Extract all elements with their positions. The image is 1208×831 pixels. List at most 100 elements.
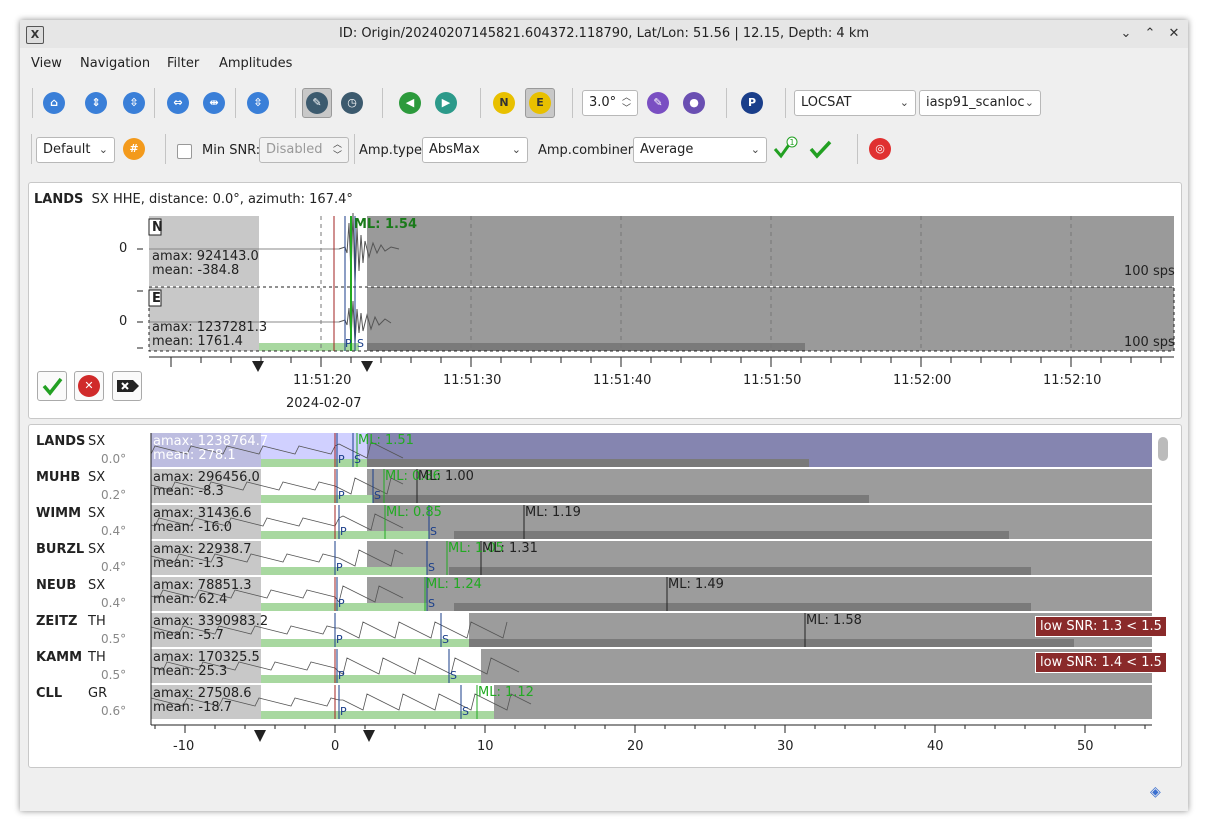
close-icon[interactable]: ✕	[1164, 24, 1184, 44]
reject-button[interactable]: ✕	[74, 371, 104, 401]
arrow-left-icon: ◀	[399, 92, 421, 114]
east-component-button[interactable]: E	[525, 88, 555, 118]
vertical-scrollbar[interactable]	[1158, 437, 1168, 461]
amplitude-window-bar	[261, 459, 367, 467]
n-amplitude-info: amax: 924143.0 mean: -384.8	[152, 249, 259, 278]
mean-label: mean: -18.7	[153, 700, 233, 715]
amp-type-label: Amp.type:	[359, 143, 427, 158]
amplitude-window-bar	[261, 495, 373, 503]
amplitude-window-bar	[261, 675, 481, 683]
s-phase-label: S	[450, 669, 457, 682]
distance-spinbox[interactable]: 3.0° ︿ ﹀	[582, 90, 638, 116]
ml-label: ML: 1.24	[426, 577, 482, 592]
network-code: SX	[88, 542, 106, 557]
time-tick-label: 11:51:20	[293, 373, 352, 388]
network-code: SX	[88, 578, 106, 593]
compress-vertical-button[interactable]: ⇳	[120, 89, 148, 117]
time-tick-label: 11:52:10	[1043, 373, 1102, 388]
min-snr-checkbox[interactable]	[177, 144, 192, 159]
amp-type-select[interactable]: AbsMax ⌄	[422, 137, 528, 163]
station-trace-panel: LANDS SX 0.0° amax: 1238764.7 mean: 278.1 ML:…	[28, 424, 1182, 768]
zoom-date-label: 2024-02-07	[286, 396, 362, 411]
minimize-icon[interactable]: ⌄	[1116, 24, 1136, 44]
menu-filter[interactable]: Filter	[167, 56, 199, 71]
min-snr-value: Disabled	[266, 142, 323, 157]
noise-window-bar	[449, 567, 1031, 575]
ml-label: ML: 1.12	[478, 685, 534, 700]
filter-button[interactable]: ✎	[644, 89, 672, 117]
accept-button[interactable]	[37, 371, 67, 401]
locate-button[interactable]: ◎	[866, 135, 894, 163]
network-code: SX	[88, 506, 106, 521]
station-code: LANDS	[36, 434, 86, 449]
ml-secondary-label: ML: 1.19	[525, 505, 581, 520]
mean-label: mean: 25.3	[153, 664, 228, 679]
station-code: BURZL	[36, 542, 85, 557]
previous-station-button[interactable]: ◀	[396, 89, 424, 117]
grid-button[interactable]: #	[120, 135, 148, 163]
time-axis-label: 0	[331, 739, 340, 754]
amp-combiner-select[interactable]: Average ⌄	[633, 137, 767, 163]
clock-icon: ◷	[341, 92, 363, 114]
p-phase-label: P	[336, 561, 343, 574]
network-code: SX	[88, 470, 106, 485]
e-component-icon: E	[529, 92, 551, 114]
n-component-icon: N	[493, 92, 515, 114]
status-indicator-icon: ◈	[1150, 784, 1161, 800]
delete-button[interactable]	[112, 371, 142, 401]
confirm-one-button[interactable]: 1	[771, 135, 799, 163]
amp-type-value: AbsMax	[429, 142, 480, 157]
arrow-right-icon: ▶	[435, 92, 457, 114]
station-distance: 0.5°	[101, 632, 127, 646]
locator-value: LOCSAT	[801, 95, 852, 110]
expand-vertical-button[interactable]: ⇳	[244, 89, 272, 117]
min-snr-spinbox[interactable]: Disabled ︿ ﹀	[259, 137, 349, 163]
p-phase-label: P	[340, 705, 347, 718]
maximize-icon[interactable]: ⌃	[1140, 24, 1160, 44]
pick-mode-button[interactable]: ✎	[302, 88, 332, 118]
zoom-ml-label: ML: 1.54	[354, 217, 418, 232]
p-phase-icon: P	[741, 92, 763, 114]
profile-value: iasp91_scanloc	[926, 95, 1025, 110]
amp-combiner-value: Average	[640, 142, 694, 157]
scroll-up-down-button[interactable]: ⇕	[82, 89, 110, 117]
network-code: TH	[88, 614, 106, 629]
time-axis-label: -10	[173, 739, 195, 754]
amplitude-window-bar	[261, 567, 427, 575]
locator-select[interactable]: LOCSAT ⌄	[794, 90, 916, 116]
measure-mode-button[interactable]: ◷	[338, 89, 366, 117]
e-sps-label: 100 sps	[1124, 335, 1175, 350]
scroll-left-right-button[interactable]: ⇔	[164, 89, 192, 117]
toolbar-navigation: ⌂ ⇕ ⇳ ⇔ ⇹ ⇳ ✎ ◷ ◀ ▶ N E 3.0° ︿ ﹀ ✎ ● P LOC…	[20, 84, 1188, 122]
n-channel-tag: N	[152, 220, 163, 235]
left-window-handle[interactable]	[254, 730, 266, 742]
compress-horizontal-button[interactable]: ⇹	[200, 89, 228, 117]
right-window-handle[interactable]	[363, 730, 375, 742]
e-channel-tag: E	[152, 291, 161, 306]
checkmark-icon	[42, 377, 63, 396]
low-snr-badge: low SNR: 1.3 < 1.5	[1035, 616, 1167, 637]
menu-view[interactable]: View	[31, 56, 62, 71]
ml-label: ML: 1.51	[358, 433, 414, 448]
reset-filter-button[interactable]: ●	[680, 89, 708, 117]
north-component-button[interactable]: N	[490, 89, 518, 117]
chevron-down-icon: ⌄	[1024, 96, 1034, 109]
home-button[interactable]: ⌂	[40, 89, 68, 117]
next-station-button[interactable]: ▶	[432, 89, 460, 117]
filter-preset-select[interactable]: Default ⌄	[36, 137, 115, 163]
ml-secondary-label: ML: 1.31	[482, 541, 538, 556]
time-tick-label: 11:51:50	[743, 373, 802, 388]
filter-icon: ✎	[647, 92, 669, 114]
menu-navigation[interactable]: Navigation	[80, 56, 150, 71]
p-phase-button[interactable]: P	[738, 89, 766, 117]
s-phase-label: S	[428, 561, 435, 574]
amplitude-window-bar	[261, 711, 494, 719]
menu-amplitudes[interactable]: Amplitudes	[219, 56, 292, 71]
window-title: ID: Origin/20240207145821.604372.118790,…	[338, 26, 870, 41]
mean-label: mean: 278.1	[153, 448, 236, 463]
profile-select[interactable]: iasp91_scanloc ⌄	[919, 90, 1041, 116]
confirm-all-button[interactable]	[807, 135, 835, 163]
station-distance: 0.6°	[101, 704, 127, 718]
station-code: MUHB	[36, 470, 81, 485]
s-phase-label: S	[462, 705, 469, 718]
